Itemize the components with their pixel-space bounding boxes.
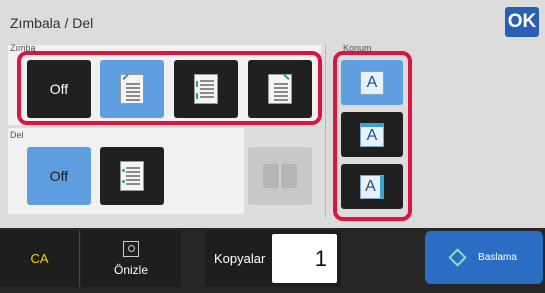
del-option-booklet: [248, 147, 312, 205]
konum-option-2[interactable]: A: [341, 112, 403, 157]
del-off-label: Off: [49, 168, 69, 184]
position-letter-icon: A: [360, 70, 384, 95]
zimba-off-label: Off: [49, 81, 69, 97]
del-off-button[interactable]: Off: [27, 147, 91, 205]
del-label: Del: [10, 130, 24, 140]
zimba-option-top-right[interactable]: [248, 60, 312, 118]
staple-top-left-icon: [120, 73, 144, 104]
copies-input[interactable]: 1: [272, 234, 337, 283]
zimba-off-button[interactable]: Off: [27, 60, 91, 118]
preview-icon: [123, 240, 139, 257]
start-label: Baslama: [478, 252, 517, 263]
ca-button[interactable]: CA: [0, 230, 80, 287]
position-letter-icon: A: [360, 174, 384, 199]
ok-button[interactable]: OK: [505, 7, 539, 37]
del-option-left[interactable]: [100, 147, 164, 205]
staple-top-right-icon: [268, 73, 292, 104]
booklet-icon: [263, 164, 297, 188]
start-icon: [448, 248, 467, 267]
punch-left-icon: [120, 161, 144, 191]
preview-button[interactable]: Önizle: [81, 230, 181, 287]
konum-option-1[interactable]: A: [341, 60, 403, 105]
page-title: Zımbala / Del: [10, 15, 94, 31]
copies-label: Kopyalar: [214, 251, 266, 266]
divider: [325, 44, 326, 218]
staple-left-two-icon: [194, 74, 218, 104]
copies-control: Kopyalar 1: [206, 230, 341, 287]
zimba-option-top-left[interactable]: [100, 60, 164, 118]
position-letter-icon: A: [360, 122, 384, 147]
start-button[interactable]: Baslama: [425, 231, 543, 284]
konum-option-3[interactable]: A: [341, 164, 403, 209]
preview-label: Önizle: [113, 262, 148, 277]
zimba-option-left-two[interactable]: [174, 60, 238, 118]
